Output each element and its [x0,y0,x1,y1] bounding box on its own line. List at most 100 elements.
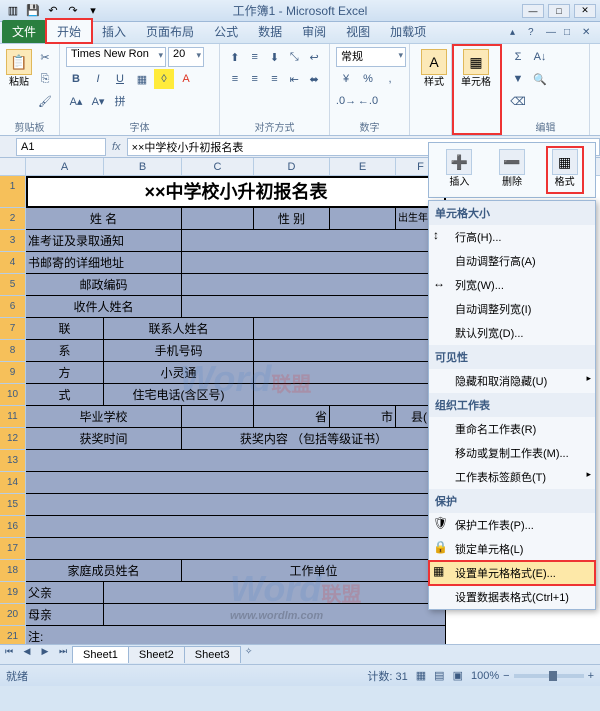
cell[interactable]: 书邮寄的详细地址 [26,252,182,274]
sheet-nav-last[interactable]: ⏭ [54,646,72,664]
row-header[interactable]: 14 [0,472,26,494]
cell[interactable]: 住宅电话(含区号) [104,384,254,406]
align-left-icon[interactable]: ≡ [226,69,244,89]
cell[interactable] [254,362,446,384]
cell[interactable]: 联系人姓名 [104,318,254,340]
cell[interactable]: 省 [254,406,330,428]
tab-layout[interactable]: 页面布局 [136,20,204,43]
cell[interactable] [182,208,254,230]
increase-decimal-icon[interactable]: .0→ [336,91,356,111]
cell[interactable]: 邮政编码 [26,274,182,296]
zoom-out-icon[interactable]: − [503,670,509,682]
decrease-decimal-icon[interactable]: ←.0 [358,91,378,111]
fx-icon[interactable]: fx [112,141,121,153]
cell[interactable]: 方 [26,362,104,384]
zoom-slider[interactable] [514,674,584,678]
font-name-select[interactable]: Times New Ron [66,47,166,67]
name-box[interactable]: A1 [16,138,106,156]
menu-rename[interactable]: 重命名工作表(R) [429,417,595,441]
sheet-nav-first[interactable]: ⏮ [0,646,18,664]
view-layout-icon[interactable]: ▤ [434,669,444,682]
cell[interactable] [182,406,254,428]
comma-icon[interactable]: , [380,69,400,89]
clear-icon[interactable]: ⌫ [508,91,528,111]
row-header[interactable]: 16 [0,516,26,538]
find-icon[interactable]: 🔍 [530,69,550,89]
row-header[interactable]: 5 [0,274,26,296]
close-button[interactable]: ✕ [574,4,596,18]
align-top-icon[interactable]: ⬆ [226,47,244,67]
cell[interactable] [26,450,446,472]
row-header[interactable]: 13 [0,450,26,472]
menu-row-height[interactable]: ↕行高(H)... [429,225,595,249]
cell[interactable] [254,384,446,406]
tab-file[interactable]: 文件 [2,20,46,43]
orientation-icon[interactable]: ⤡ [285,47,303,67]
row-header[interactable]: 6 [0,296,26,318]
cell[interactable]: 性 别 [254,208,330,230]
cell[interactable] [26,494,446,516]
mdi-close-icon[interactable]: ✕ [582,27,596,41]
phonetic-icon[interactable]: 拼 [110,91,130,111]
row-header[interactable]: 21 [0,626,26,644]
menu-tab-color[interactable]: 工作表标签颜色(T)▸ [429,465,595,489]
cell[interactable]: 准考证及录取通知 [26,230,182,252]
tab-data[interactable]: 数据 [248,20,292,43]
underline-button[interactable]: U [110,69,130,89]
row-header[interactable]: 7 [0,318,26,340]
cell[interactable]: 收件人姓名 [26,296,182,318]
qat-more-icon[interactable]: ▾ [84,2,102,20]
cell[interactable]: 小灵通 [104,362,254,384]
cell[interactable]: 式 [26,384,104,406]
col-header-A[interactable]: A [26,158,104,175]
menu-table-format[interactable]: 设置数据表格式(Ctrl+1) [429,585,595,609]
cell[interactable] [26,516,446,538]
menu-protect[interactable]: 🛡保护工作表(P)... [429,513,595,537]
sheet-nav-prev[interactable]: ◀ [18,646,36,664]
col-header-C[interactable]: C [182,158,254,175]
sheet-nav-next[interactable]: ▶ [36,646,54,664]
menu-default-width[interactable]: 默认列宽(D)... [429,321,595,345]
save-icon[interactable]: 💾 [24,2,42,20]
align-bottom-icon[interactable]: ⬇ [266,47,284,67]
help-icon[interactable]: ? [528,27,542,41]
col-header-D[interactable]: D [254,158,330,175]
ribbon-minimize-icon[interactable]: ▴ [510,27,524,41]
cut-icon[interactable]: ✂ [35,47,55,67]
cell[interactable] [182,230,446,252]
border-button[interactable]: ▦ [132,69,152,89]
tab-view[interactable]: 视图 [336,20,380,43]
redo-icon[interactable]: ↷ [64,2,82,20]
col-header-E[interactable]: E [330,158,396,175]
fill-color-button[interactable]: ◊ [154,69,174,89]
cell[interactable]: 父亲 [26,582,104,604]
bold-button[interactable]: B [66,69,86,89]
cell[interactable]: 系 [26,340,104,362]
italic-button[interactable]: I [88,69,108,89]
sheet-tab-1[interactable]: Sheet1 [72,646,129,663]
menu-move[interactable]: 移动或复制工作表(M)... [429,441,595,465]
cell[interactable]: 注: [26,626,446,644]
menu-hide[interactable]: 隐藏和取消隐藏(U)▸ [429,369,595,393]
row-header[interactable]: 17 [0,538,26,560]
row-header[interactable]: 2 [0,208,26,230]
row-header[interactable]: 4 [0,252,26,274]
number-format-select[interactable]: 常规 [336,47,406,67]
row-header[interactable]: 10 [0,384,26,406]
row-header[interactable]: 20 [0,604,26,626]
cell[interactable]: 工作单位 [182,560,446,582]
popup-insert-button[interactable]: ➕插入 [441,147,477,193]
cell[interactable]: 联 [26,318,104,340]
view-break-icon[interactable]: ▣ [453,669,463,682]
cell[interactable] [254,340,446,362]
cell[interactable]: 获奖内容 （包括等级证书） [182,428,446,450]
cell[interactable]: 母亲 [26,604,104,626]
tab-formula[interactable]: 公式 [204,20,248,43]
cell[interactable]: 手机号码 [104,340,254,362]
cell[interactable] [182,296,446,318]
row-header[interactable]: 19 [0,582,26,604]
zoom-in-icon[interactable]: + [588,670,594,682]
percent-icon[interactable]: % [358,69,378,89]
cell[interactable]: ××中学校小升初报名表 [26,176,446,208]
menu-format-cells[interactable]: ▦设置单元格格式(E)... [429,561,595,585]
